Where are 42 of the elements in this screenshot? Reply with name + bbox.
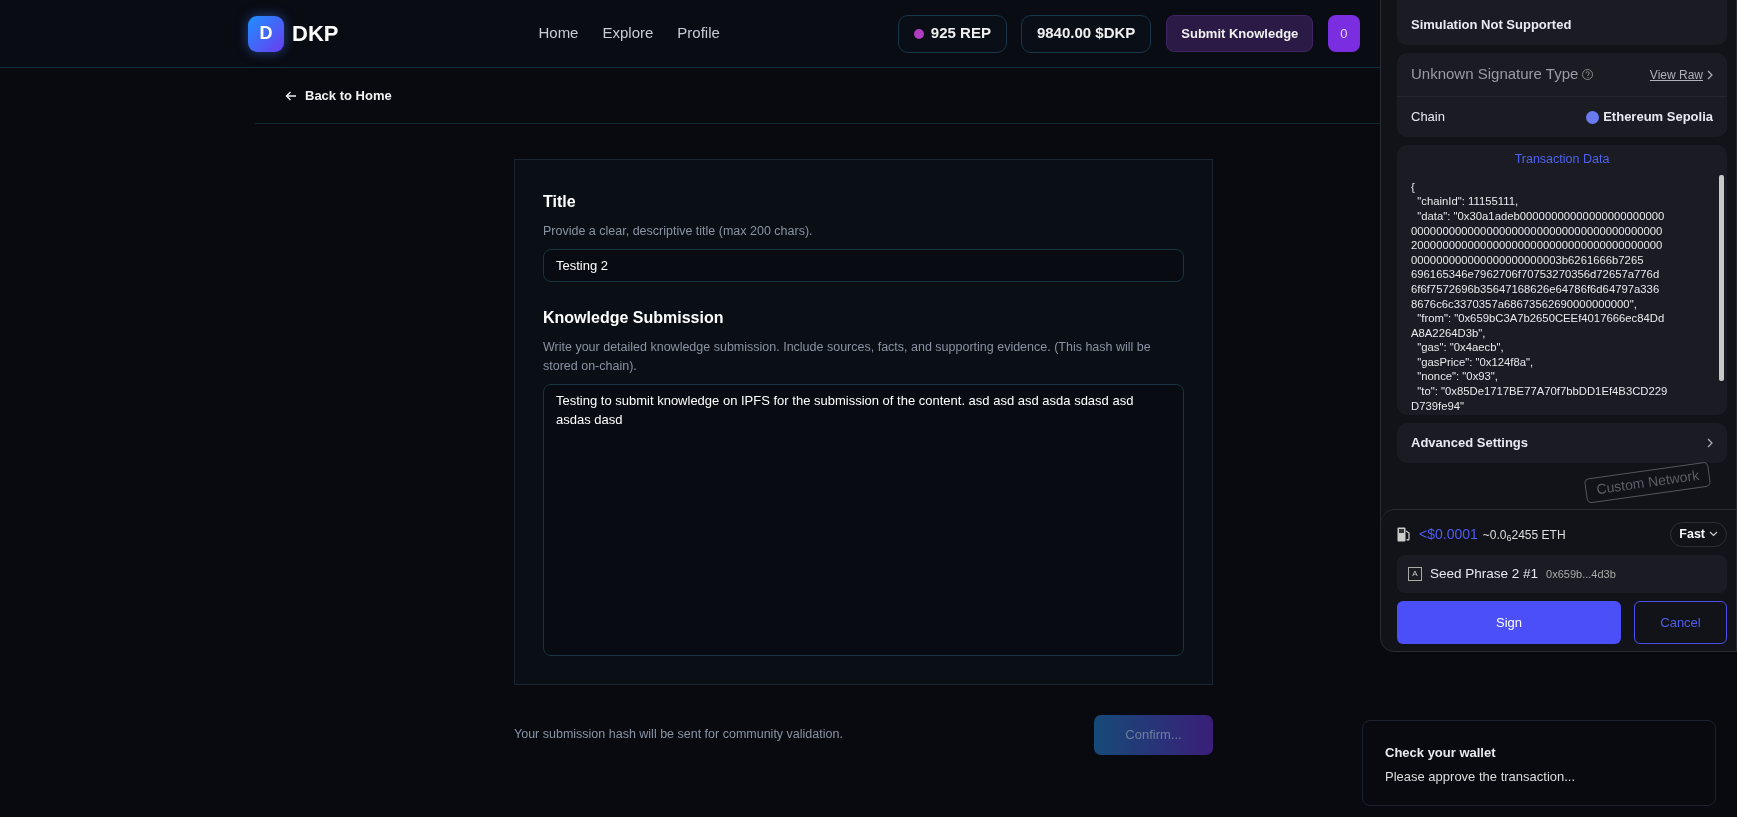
back-link[interactable]: Back to Home: [285, 85, 392, 106]
balance-pill: 9840.00 $DKP: [1020, 14, 1152, 53]
field-label: Knowledge Submission: [543, 308, 725, 329]
account-icon: A: [1408, 566, 1422, 581]
chain-label: Chain: [1411, 108, 1445, 127]
field-label: Title: [543, 192, 577, 212]
chevron-right-icon: [1707, 438, 1713, 448]
arrow-left-icon: [285, 89, 297, 102]
chevron-down-icon: [1709, 531, 1718, 538]
chain-value: Ethereum Sepolia: [1603, 108, 1713, 127]
toast-title: Check your wallet: [1385, 744, 1497, 762]
knowledge-textarea[interactable]: Testing to submit knowledge on IPFS for the submission of the content. asd asd asd asda sdasd asd asdas dasd: [543, 383, 1184, 656]
sign-button[interactable]: Sign: [1397, 600, 1621, 644]
advanced-settings-row[interactable]: Advanced Settings: [1397, 423, 1727, 463]
transaction-data-title: Transaction Data: [1513, 151, 1611, 168]
nav-link[interactable]: Explore: [602, 22, 654, 45]
nav-link[interactable]: Profile: [677, 22, 720, 45]
footer-note: Your submission hash will be sent for community validation.: [514, 726, 843, 744]
chevron-right-icon: [1707, 69, 1713, 80]
reputation-text: 925 REP: [930, 23, 991, 44]
wallet-button[interactable]: 0: [1328, 15, 1360, 52]
help-text: Write your detailed knowledge submission. Include sources, facts, and supporting evidence. (This hash will be stored on-chain).: [543, 339, 1152, 375]
brand-name[interactable]: DKP: [292, 17, 339, 50]
submit-knowledge-button[interactable]: Submit Knowledge: [1166, 15, 1314, 52]
account-name: Seed Phrase 2 #1: [1430, 564, 1539, 583]
signature-type-text: Unknown Signature Type: [1411, 64, 1579, 85]
account-address: 0x659b...4d3b: [1546, 566, 1616, 582]
ethereum-icon: [1586, 110, 1600, 124]
fee-text: <$0.0001 ~0.0$_{6}$2455 ETH: [1419, 524, 1566, 545]
fuel-pump-icon: [1397, 526, 1411, 542]
logo-icon[interactable]: D: [248, 15, 284, 52]
scrollbar[interactable]: [1719, 175, 1724, 381]
view-raw-link[interactable]: View Raw: [1649, 65, 1713, 84]
account-row[interactable]: A Seed Phrase 2 #1 0x659b...4d3b: [1397, 554, 1727, 593]
toast-message: Please approve the transaction...: [1385, 767, 1577, 786]
title-input[interactable]: Testing 2: [543, 248, 1184, 283]
simulation-text: Simulation Not Supported: [1411, 16, 1572, 35]
nav-link[interactable]: Home: [538, 22, 579, 45]
cancel-button[interactable]: Cancel: [1634, 600, 1727, 644]
transaction-data-text: { "chainId": 11155111, "data": "0x30a1adeb00000000000000000000000 0000000000000000000000000000000000000000 2000000000000000000000000000000000000000 000000000000000000000003b6261666b7265 696165346e7962706f70753270356d72657a776d 6f6f7572696b35647168626e64786f6d64797a336 8676c6c3370357a68673562690000000000", "from": "0x659bC3A7b2650CEEf4017666ec84Dd A8A2264D3b", "gas": "0x4aecb", "gasPrice": "0x124f8a", "nonce": "0x93", "to": "0x85De1717BE77A70f7bbDD1Ef4B3CD229 D739fe94": [1410, 179, 1669, 414]
help-text: Provide a clear, descriptive title (max 200 chars).: [543, 223, 814, 240]
help-icon: [1582, 69, 1594, 80]
